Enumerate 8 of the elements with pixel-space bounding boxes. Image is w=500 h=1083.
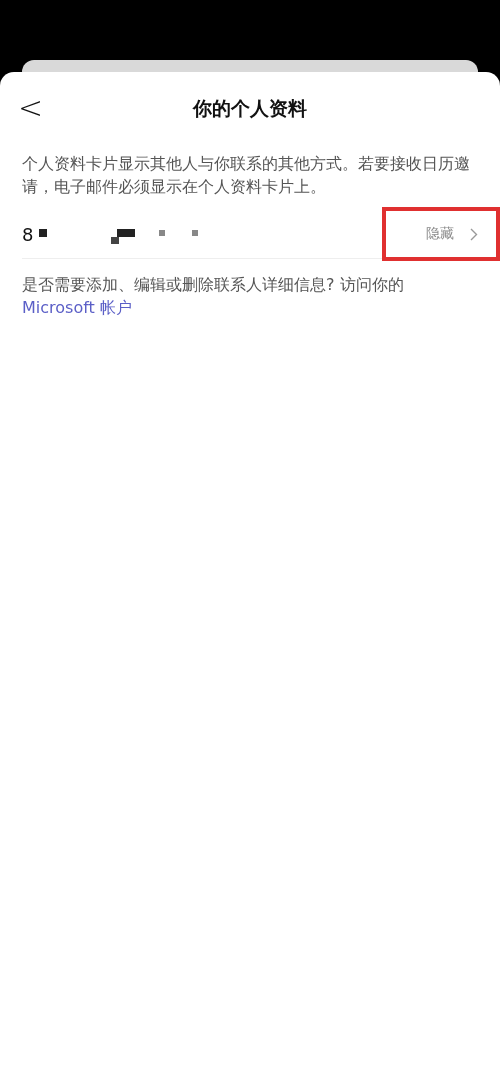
page-title: 你的个人资料 — [193, 96, 307, 121]
back-button[interactable]: < — [12, 90, 50, 125]
footer-text: 是否需要添加、编辑或删除联系人详细信息? 访问你的 Microsoft 帐户 — [22, 274, 405, 319]
contact-value: 8 — [22, 223, 34, 245]
visibility-button[interactable]: 隐藏 — [382, 207, 500, 261]
description-text: 个人资料卡片显示其他人与你联系的其他方式。若要接收日历邀请，电子邮件必须显示在个人资料卡片上。 — [22, 153, 471, 198]
account-link[interactable]: Microsoft 帐户 — [22, 298, 132, 317]
chevron-icon — [470, 227, 478, 241]
